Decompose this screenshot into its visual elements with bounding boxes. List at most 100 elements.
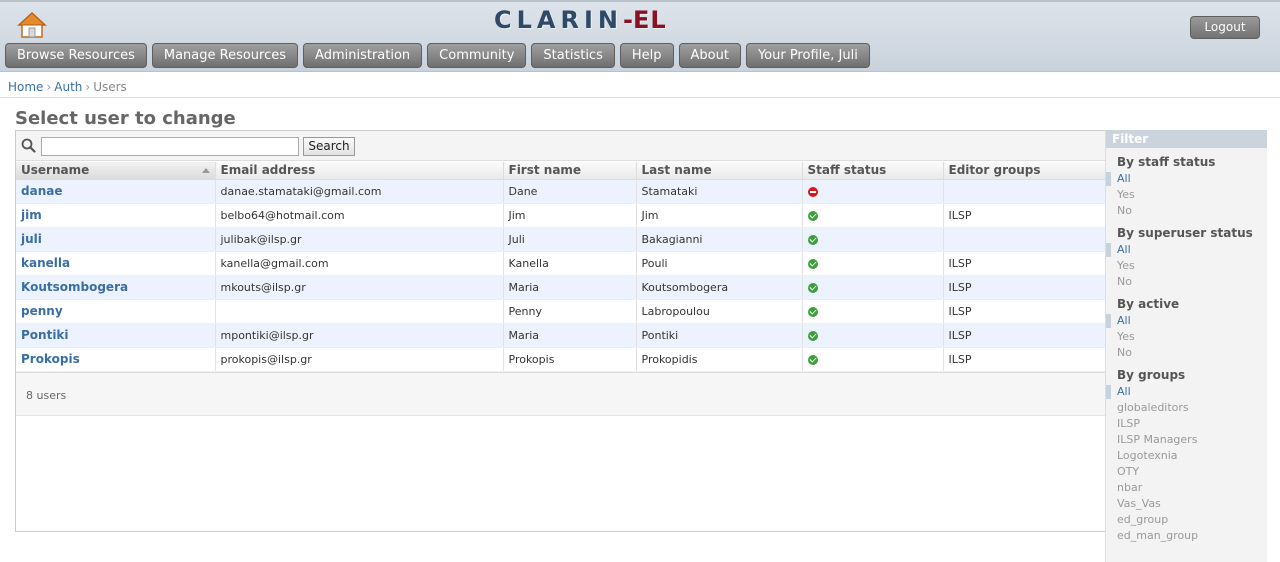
filter-sidebar: Filter By staff status All Yes No By superus… [1105,130,1267,562]
filter-option[interactable]: ILSP [1106,416,1267,432]
filter-option[interactable]: ed_group [1106,512,1267,528]
column-header-username[interactable]: Username [16,162,216,180]
cell-editor-groups [943,227,1107,252]
filter-heading: By staff status [1117,155,1216,169]
cell-email [215,299,504,324]
cell-staff-status [802,203,944,228]
filter-option[interactable]: Yes [1106,187,1267,203]
username-link[interactable]: Pontiki [21,328,69,342]
cell-editor-groups [943,179,1107,204]
username-link[interactable]: danae [21,184,62,198]
filter-option[interactable]: ILSP Managers [1106,432,1267,448]
nav-your-profile[interactable]: Your Profile, Juli [745,43,870,68]
nav-community[interactable]: Community [427,43,527,68]
search-icon [21,138,36,153]
column-header-editor-groups[interactable]: Editor groups [943,162,1107,180]
breadcrumb-auth[interactable]: Auth [54,80,82,94]
filter-options: All Yes No [1106,313,1267,361]
nav-statistics[interactable]: Statistics [531,43,615,68]
sort-ascending-icon[interactable] [201,168,210,174]
cell-first-name: Dane [503,179,637,204]
filter-option[interactable]: Yes [1106,258,1267,274]
column-header-staff-status[interactable]: Staff status [802,162,944,180]
cell-username: Prokopis [16,347,216,372]
cell-last-name: Jim [636,203,803,228]
username-link[interactable]: Koutsombogera [21,280,128,294]
check-icon [807,210,818,221]
filter-option[interactable]: All [1106,384,1267,400]
nav-about[interactable]: About [678,43,741,68]
cell-first-name: Maria [503,275,637,300]
cell-last-name: Bakagianni [636,227,803,252]
check-icon [807,282,818,293]
check-icon [807,258,818,269]
filter-option[interactable]: All [1106,313,1267,329]
check-icon [807,234,818,245]
breadcrumb-home[interactable]: Home [8,80,43,94]
cell-email: belbo64@hotmail.com [215,203,504,228]
table-row: kanella kanella@gmail.com Kanella Pouli ILSP [16,251,1107,276]
cell-email: mpontiki@ilsp.gr [215,323,504,348]
filter-option[interactable]: Yes [1106,329,1267,345]
filter-option[interactable]: nbar [1106,480,1267,496]
filter-option[interactable]: ed_man_group [1106,528,1267,544]
username-link[interactable]: Prokopis [21,352,80,366]
filter-options: All globaleditors ILSP ILSP Managers Logotex… [1106,384,1267,544]
column-header-email[interactable]: Email address [215,162,504,180]
cell-staff-status [802,179,944,204]
cell-staff-status [802,251,944,276]
logo-suffix: EL [632,6,667,34]
logout-button[interactable]: Logout [1190,16,1260,39]
cell-first-name: Maria [503,323,637,348]
filter-heading: By active [1117,297,1180,311]
filter-option[interactable]: Vas_Vas [1106,496,1267,512]
column-header-first-name[interactable]: First name [503,162,637,180]
breadcrumb-current: Users [93,80,127,94]
filter-title: Filter [1106,130,1267,148]
username-link[interactable]: kanella [21,256,70,270]
logo[interactable]: CLARIN-EL [494,6,667,34]
username-link[interactable]: jim [21,208,42,222]
cell-username: Pontiki [16,323,216,348]
cell-username: danae [16,179,216,204]
table-row: jim belbo64@hotmail.com Jim Jim ILSP [16,203,1107,228]
filter-option[interactable]: No [1106,274,1267,290]
check-icon [807,306,818,317]
filter-option[interactable]: Logotexnia [1106,448,1267,464]
username-link[interactable]: penny [21,304,63,318]
filter-option[interactable]: All [1106,242,1267,258]
username-link[interactable]: juli [21,232,42,246]
filter-option[interactable]: All [1106,171,1267,187]
cell-last-name: Koutsombogera [636,275,803,300]
cell-last-name: Pontiki [636,323,803,348]
cell-editor-groups: ILSP [943,299,1107,324]
filter-options: All Yes No [1106,242,1267,290]
page-title: Select user to change [15,108,236,129]
column-label: Username [21,163,90,178]
breadcrumb-separator: › [46,80,52,94]
nav-manage-resources[interactable]: Manage Resources [151,43,299,68]
cell-last-name: Labropoulou [636,299,803,324]
table-header-row: Username Email address First name Last n… [16,162,1107,180]
search-toolbar: Search [16,131,1106,161]
changelist: Search Username Email address First name… [15,130,1267,532]
table-row: juli julibak@ilsp.gr Juli Bakagianni [16,227,1107,252]
nav-help[interactable]: Help [619,43,674,68]
column-header-last-name[interactable]: Last name [636,162,803,180]
search-button[interactable]: Search [303,137,355,156]
users-table: Username Email address First name Last n… [16,162,1107,372]
filter-option[interactable]: OTY [1106,464,1267,480]
filter-options: All Yes No [1106,171,1267,219]
table-row: Pontiki mpontiki@ilsp.gr Maria Pontiki ILSP [16,323,1107,348]
cell-username: jim [16,203,216,228]
filter-option[interactable]: No [1106,203,1267,219]
breadcrumb-separator: › [85,80,91,94]
filter-option[interactable]: globaleditors [1106,400,1267,416]
home-icon[interactable] [17,11,47,39]
filter-option[interactable]: No [1106,345,1267,361]
nav-administration[interactable]: Administration [303,43,423,68]
cell-last-name: Stamataki [636,179,803,204]
search-input[interactable] [41,137,299,156]
cell-staff-status [802,299,944,324]
nav-browse-resources[interactable]: Browse Resources [5,43,147,68]
